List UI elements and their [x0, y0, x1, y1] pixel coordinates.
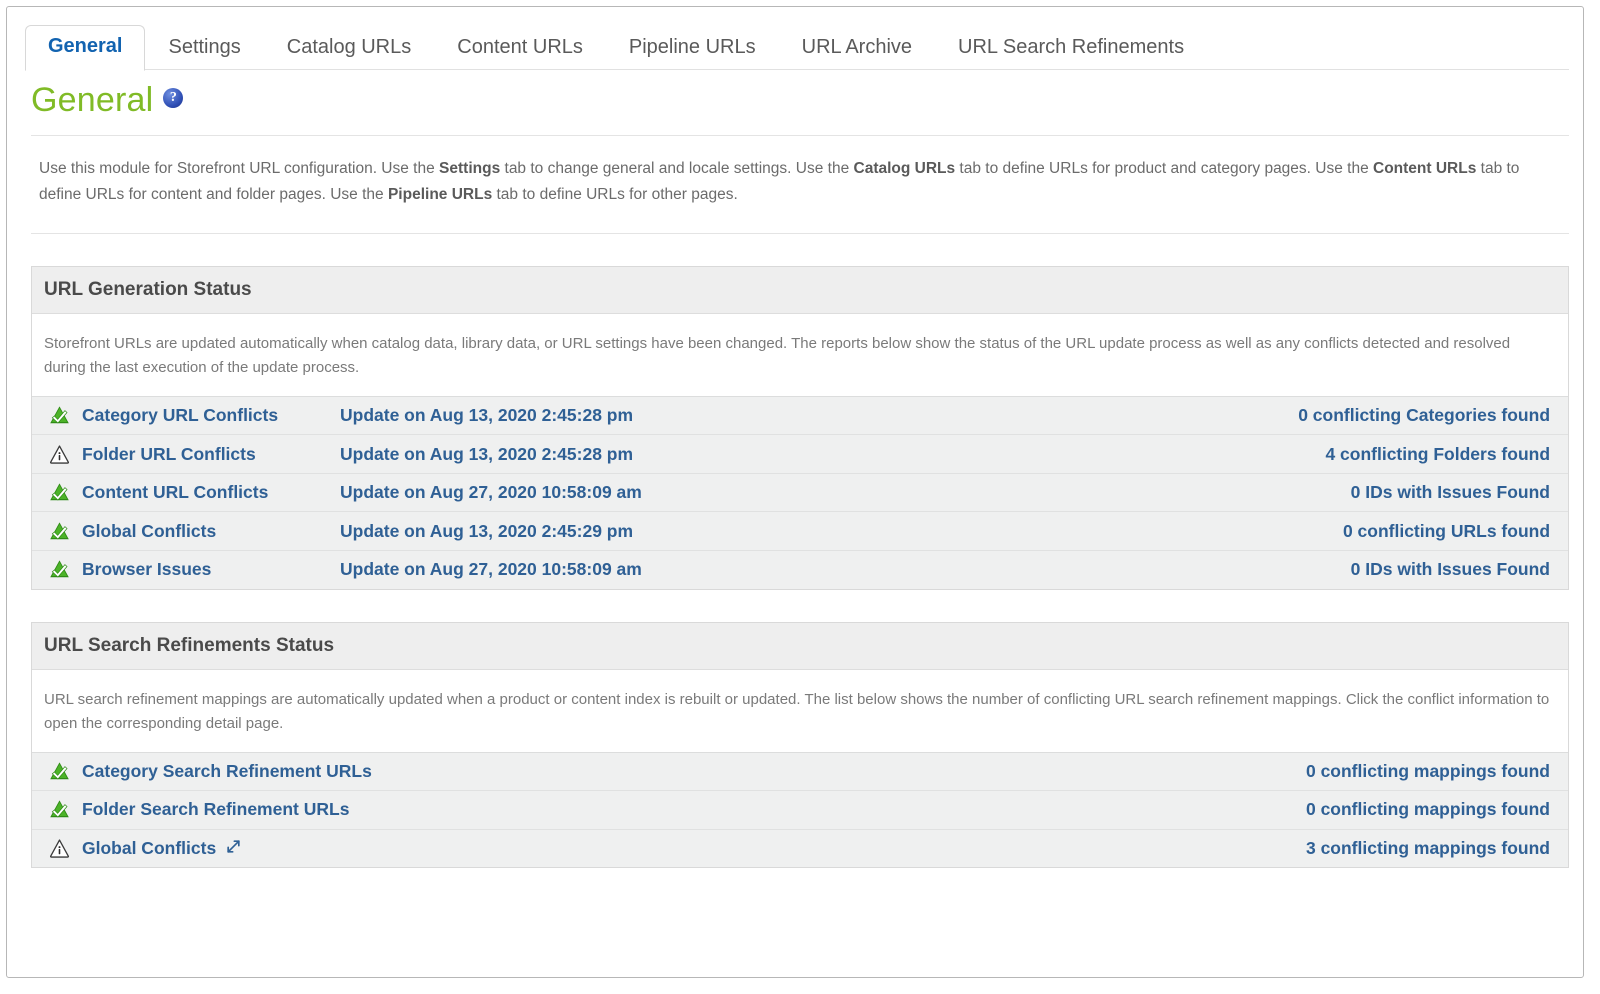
status-row-label: Category URL Conflicts — [82, 404, 279, 425]
tab-catalog-urls[interactable]: Catalog URLs — [264, 26, 435, 70]
status-row-count[interactable]: 0 conflicting mappings found — [722, 761, 1554, 782]
status-row-name[interactable]: Folder URL Conflicts — [82, 444, 340, 465]
status-row-count[interactable]: 0 conflicting Categories found — [966, 405, 1554, 426]
status-row-label: Global Conflicts — [82, 838, 217, 859]
status-row-count[interactable]: 3 conflicting mappings found — [722, 838, 1554, 859]
status-row-name[interactable]: Browser Issues — [82, 559, 340, 580]
status-ok-icon — [44, 799, 82, 820]
tab-content-urls[interactable]: Content URLs — [434, 26, 606, 70]
intro-bold-pipeline-urls: Pipeline URLs — [387, 185, 493, 203]
status-row-count[interactable]: 0 IDs with Issues Found — [996, 482, 1554, 503]
status-row[interactable]: Category URL Conflicts Update on Aug 13, … — [32, 395, 1568, 435]
status-row[interactable]: Global Conflicts Update on Aug 13, 2020 2… — [32, 511, 1568, 550]
intro-text-2: tab to change general and locale setting… — [500, 160, 854, 178]
status-ok-icon — [44, 405, 82, 426]
intro-text-5: tab to define URLs for other pages. — [492, 185, 738, 203]
help-icon[interactable]: ? — [163, 88, 184, 108]
page-title: General — [31, 81, 154, 119]
status-row-date[interactable]: Update on Aug 27, 2020 10:58:09 am — [340, 482, 996, 503]
tab-general[interactable]: General — [25, 25, 146, 71]
tab-url-archive[interactable]: URL Archive — [779, 26, 935, 70]
url-generation-status-table: Category URL Conflicts Update on Aug 13, … — [32, 395, 1568, 589]
status-row-count[interactable]: 0 conflicting URLs found — [988, 521, 1554, 542]
status-row[interactable]: Content URL Conflicts Update on Aug 27, 2… — [32, 472, 1568, 512]
intro-text-3: tab to define URLs for product and categ… — [955, 160, 1374, 178]
tab-url-search-refinements[interactable]: URL Search Refinements — [935, 26, 1207, 70]
heading-divider — [31, 135, 1569, 137]
status-row-name[interactable]: Content URL Conflicts — [82, 482, 340, 503]
url-generation-status-header: URL Generation Status — [32, 266, 1568, 314]
status-row[interactable]: Category Search Refinement URLs 0 conflic… — [32, 751, 1568, 791]
status-row-date[interactable]: Update on Aug 13, 2020 2:45:28 pm — [340, 405, 966, 426]
status-row-name[interactable]: Category URL Conflicts — [82, 405, 340, 426]
status-row-count[interactable]: 4 conflicting Folders found — [979, 444, 1554, 465]
status-row-label: Folder URL Conflicts — [82, 443, 256, 464]
intro-bold-content-urls: Content URLs — [1373, 160, 1477, 178]
url-search-refinements-status-description: URL search refinement mappings are autom… — [32, 669, 1568, 752]
status-ok-icon — [44, 761, 82, 782]
status-row-date[interactable]: Update on Aug 13, 2020 2:45:29 pm — [340, 521, 988, 542]
status-row-name[interactable]: Global Conflicts — [82, 838, 722, 860]
status-row[interactable]: Browser Issues Update on Aug 27, 2020 10:… — [32, 549, 1568, 589]
expand-diagonal-icon[interactable] — [225, 838, 242, 860]
intro-bold-settings: Settings — [439, 160, 501, 178]
status-row-date[interactable]: Update on Aug 27, 2020 10:58:09 am — [340, 559, 996, 580]
intro-bold-catalog-urls: Catalog URLs — [853, 160, 956, 178]
status-row[interactable]: Folder URL Conflicts Update on Aug 13, 20… — [32, 434, 1568, 473]
status-row-date[interactable]: Update on Aug 13, 2020 2:45:28 pm — [340, 444, 979, 465]
status-row-name[interactable]: Folder Search Refinement URLs — [82, 799, 722, 820]
status-row-count[interactable]: 0 conflicting mappings found — [722, 799, 1554, 820]
url-generation-status-description: Storefront URLs are updated automaticall… — [32, 313, 1568, 396]
url-search-refinements-status-panel: URL Search Refinements Status URL search… — [31, 621, 1569, 869]
intro-text-1: Use this module for Storefront URL confi… — [39, 160, 440, 178]
status-row[interactable]: Global Conflicts 3 conflicting mappings f… — [32, 828, 1568, 868]
status-row-label: Browser Issues — [82, 559, 212, 580]
status-row[interactable]: Folder Search Refinement URLs 0 conflicti… — [32, 790, 1568, 829]
tab-bar: General Settings Catalog URLs Content URLs P… — [7, 7, 1583, 71]
status-row-count[interactable]: 0 IDs with Issues Found — [996, 559, 1554, 580]
status-ok-icon — [44, 482, 82, 503]
url-generation-status-panel: URL Generation Status Storefront URLs ar… — [31, 265, 1569, 590]
status-row-label: Global Conflicts — [82, 520, 217, 541]
tab-pipeline-urls[interactable]: Pipeline URLs — [606, 26, 779, 70]
page-heading: General ? — [7, 70, 1583, 119]
tab-settings[interactable]: Settings — [145, 26, 263, 70]
status-row-label: Category Search Refinement URLs — [82, 760, 372, 781]
url-search-refinements-status-header: URL Search Refinements Status — [32, 622, 1568, 670]
module-description: Use this module for Storefront URL confi… — [39, 156, 1557, 206]
status-row-label: Content URL Conflicts — [82, 482, 269, 503]
status-warning-icon — [44, 838, 82, 859]
status-ok-icon — [44, 521, 82, 542]
status-row-label: Folder Search Refinement URLs — [82, 799, 350, 820]
status-warning-icon — [44, 444, 82, 465]
url-configuration-module: General Settings Catalog URLs Content URLs P… — [6, 6, 1584, 978]
intro-divider — [31, 232, 1569, 234]
status-ok-icon — [44, 559, 82, 580]
status-row-name[interactable]: Category Search Refinement URLs — [82, 761, 722, 782]
url-search-refinements-status-table: Category Search Refinement URLs 0 conflic… — [32, 751, 1568, 868]
status-row-name[interactable]: Global Conflicts — [82, 521, 340, 542]
